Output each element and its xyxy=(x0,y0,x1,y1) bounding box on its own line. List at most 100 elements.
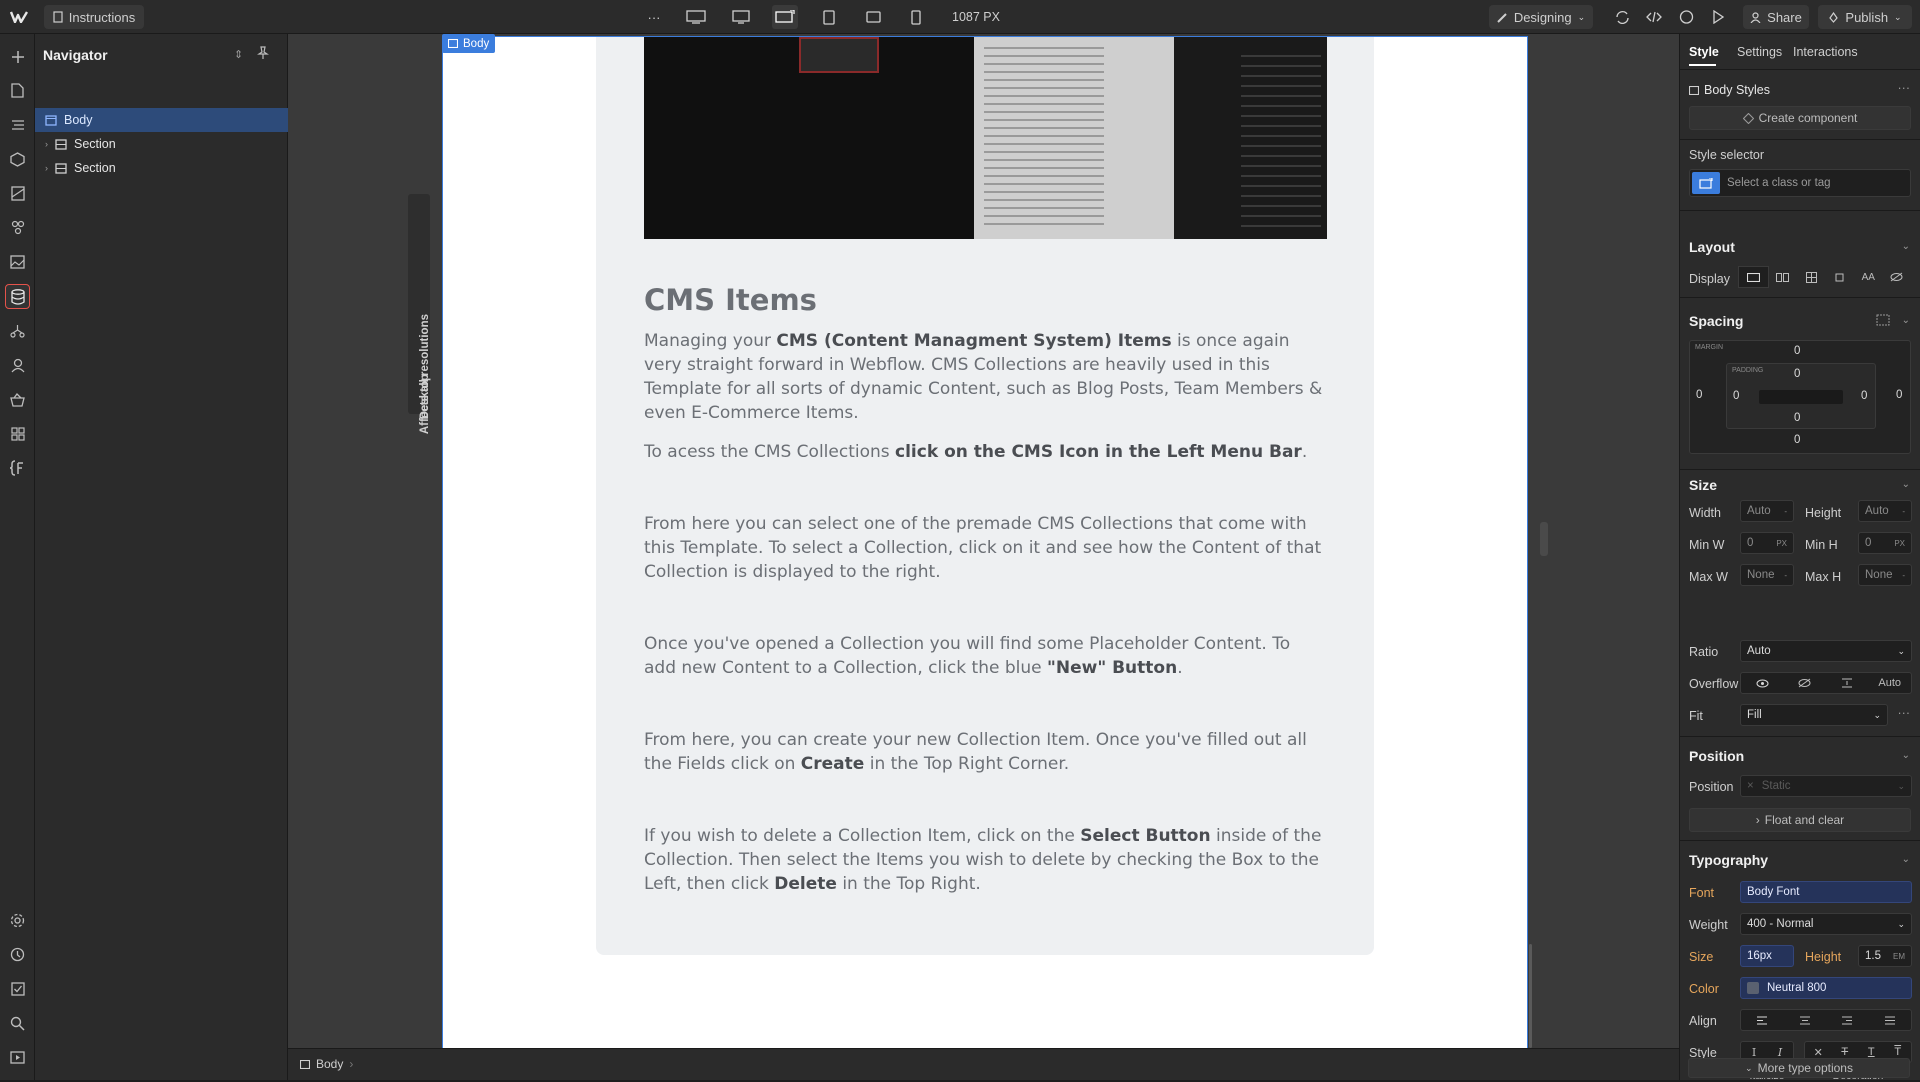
width-input[interactable]: Auto - xyxy=(1740,500,1794,522)
breadcrumb-item[interactable]: Body xyxy=(316,1057,343,1071)
size-section-title[interactable]: Size xyxy=(1689,477,1717,493)
breakpoint-large-desktop-icon[interactable] xyxy=(684,0,708,34)
chevron-right-icon[interactable]: › xyxy=(45,163,55,173)
navigator-item-section[interactable]: › Section xyxy=(35,132,288,156)
chevron-right-icon[interactable]: › xyxy=(45,139,55,149)
overflow-scroll-icon[interactable] xyxy=(1826,673,1869,693)
min-height-input[interactable]: 0 PX xyxy=(1858,532,1912,554)
more-type-options-button[interactable]: ⌄ More type options xyxy=(1688,1058,1910,1078)
page-selector[interactable]: Instructions xyxy=(44,5,144,29)
libraries-icon[interactable] xyxy=(5,181,30,206)
sync-icon[interactable] xyxy=(1610,0,1634,34)
collapse-expand-icon[interactable]: ⇕ xyxy=(234,48,243,61)
typography-section-title[interactable]: Typography xyxy=(1689,852,1768,868)
style-manager-icon[interactable] xyxy=(5,215,30,240)
min-width-input[interactable]: 0 PX xyxy=(1740,532,1794,554)
ratio-select[interactable]: Auto ⌄ xyxy=(1740,640,1912,662)
chevron-down-icon[interactable]: ⌄ xyxy=(1902,479,1910,490)
share-button[interactable]: Share xyxy=(1743,5,1809,29)
navigator-item-section[interactable]: › Section xyxy=(35,156,288,180)
display-inline-icon[interactable]: AA xyxy=(1854,266,1883,288)
webflow-logo-icon[interactable] xyxy=(8,0,30,34)
tab-interactions[interactable]: Interactions xyxy=(1793,45,1858,59)
overflow-auto-option[interactable]: Auto xyxy=(1869,673,1912,693)
align-left-icon[interactable] xyxy=(1741,1010,1784,1030)
assets-icon[interactable] xyxy=(5,249,30,274)
create-component-button[interactable]: Create component xyxy=(1689,106,1911,130)
display-grid-icon[interactable] xyxy=(1797,266,1826,288)
code-icon[interactable] xyxy=(1642,0,1666,34)
style-selector-input[interactable]: Select a class or tag xyxy=(1689,169,1911,197)
pin-icon[interactable] xyxy=(257,46,269,60)
tab-settings[interactable]: Settings xyxy=(1737,45,1782,59)
padding-bottom-value[interactable]: 0 xyxy=(1794,412,1800,424)
add-element-icon[interactable] xyxy=(5,44,30,69)
padding-left-value[interactable]: 0 xyxy=(1733,390,1739,402)
fit-more-icon[interactable]: ··· xyxy=(1898,706,1911,720)
finsweet-icon[interactable] xyxy=(5,455,30,480)
color-select[interactable]: Neutral 800 xyxy=(1740,977,1912,999)
navigator-icon[interactable] xyxy=(5,112,30,137)
settings-icon[interactable] xyxy=(5,908,30,933)
align-justify-icon[interactable] xyxy=(1869,1010,1912,1030)
selected-element-tag[interactable]: Body xyxy=(442,34,496,53)
align-options[interactable] xyxy=(1740,1009,1912,1031)
display-flex-icon[interactable] xyxy=(1769,266,1798,288)
overflow-options[interactable]: Auto xyxy=(1740,672,1912,694)
display-inline-block-icon[interactable] xyxy=(1826,266,1855,288)
max-height-input[interactable]: None - xyxy=(1858,564,1912,586)
font-size-input[interactable]: 16px xyxy=(1740,945,1794,967)
logic-icon[interactable] xyxy=(5,318,30,343)
weight-select[interactable]: 400 - Normal ⌄ xyxy=(1740,913,1912,935)
video-help-icon[interactable] xyxy=(5,1045,30,1070)
checklist-icon[interactable] xyxy=(5,976,30,1001)
padding-right-value[interactable]: 0 xyxy=(1861,390,1867,402)
position-select[interactable]: × Static ⌄ xyxy=(1740,775,1912,797)
navigator-item-body[interactable]: Body xyxy=(35,108,288,132)
margin-right-value[interactable]: 0 xyxy=(1896,389,1902,401)
breakpoint-desktop-icon[interactable] xyxy=(729,0,753,34)
breakpoint-base-icon[interactable] xyxy=(772,5,798,29)
margin-left-value[interactable]: 0 xyxy=(1696,389,1702,401)
max-width-input[interactable]: None - xyxy=(1740,564,1794,586)
line-height-input[interactable]: 1.5 EM xyxy=(1858,945,1912,967)
breakpoint-landscape-icon[interactable] xyxy=(862,0,884,34)
display-options[interactable]: AA xyxy=(1738,266,1911,288)
font-select[interactable]: Body Font xyxy=(1740,881,1912,903)
more-breakpoints-button[interactable]: ··· xyxy=(644,0,664,34)
spacing-section-title[interactable]: Spacing xyxy=(1689,313,1743,329)
overflow-visible-icon[interactable] xyxy=(1741,673,1784,693)
breadcrumb[interactable]: Body › xyxy=(300,1057,353,1071)
chevron-down-icon[interactable]: ⌄ xyxy=(1902,315,1910,326)
padding-box[interactable]: PADDING 0 0 0 0 xyxy=(1726,363,1876,429)
users-icon[interactable] xyxy=(5,353,30,378)
more-options-icon[interactable]: ··· xyxy=(1898,81,1911,95)
apps-icon[interactable] xyxy=(5,421,30,446)
chevron-down-icon[interactable]: ⌄ xyxy=(1902,750,1910,761)
scrollbar[interactable] xyxy=(1529,944,1532,1048)
float-and-clear-button[interactable]: › Float and clear xyxy=(1689,808,1911,832)
chevron-down-icon[interactable]: ⌄ xyxy=(1902,854,1910,865)
spacing-presets-icon[interactable] xyxy=(1876,314,1890,326)
publish-button[interactable]: Publish ⌄ xyxy=(1818,5,1912,29)
ecommerce-icon[interactable] xyxy=(5,387,30,412)
position-section-title[interactable]: Position xyxy=(1689,748,1744,764)
align-center-icon[interactable] xyxy=(1784,1010,1827,1030)
mode-dropdown[interactable]: Designing ⌄ xyxy=(1489,5,1593,29)
padding-top-value[interactable]: 0 xyxy=(1794,368,1800,380)
pages-icon[interactable] xyxy=(5,78,30,103)
align-right-icon[interactable] xyxy=(1826,1010,1869,1030)
chevron-down-icon[interactable]: ⌄ xyxy=(1902,241,1910,252)
cms-icon[interactable] xyxy=(5,284,30,309)
comment-icon[interactable] xyxy=(1674,0,1698,34)
search-icon[interactable] xyxy=(5,1011,30,1036)
display-none-icon[interactable] xyxy=(1883,266,1912,288)
components-icon[interactable] xyxy=(5,147,30,172)
margin-box[interactable]: MARGIN 0 0 0 0 PADDING 0 0 0 0 xyxy=(1689,340,1911,454)
layout-section-title[interactable]: Layout xyxy=(1689,239,1735,255)
overflow-hidden-icon[interactable] xyxy=(1784,673,1827,693)
breakpoint-tablet-icon[interactable] xyxy=(818,0,840,34)
tab-style[interactable]: Style xyxy=(1689,45,1719,59)
margin-top-value[interactable]: 0 xyxy=(1794,345,1800,357)
preview-play-icon[interactable] xyxy=(1706,0,1730,34)
